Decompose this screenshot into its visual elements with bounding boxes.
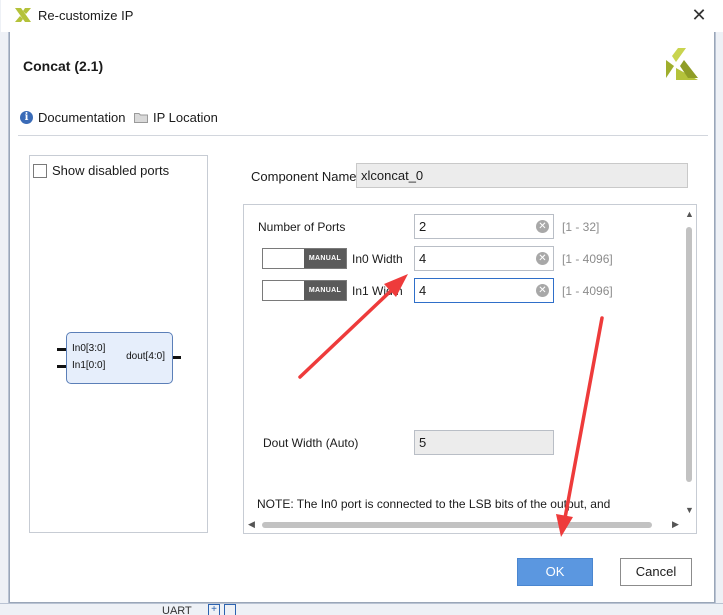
ip-location-link[interactable]: IP Location [134,107,218,127]
in0-width-input[interactable]: 4 ✕ [414,246,554,271]
in1-width-manual-toggle[interactable]: MANUAL [262,280,347,301]
close-icon[interactable]: ✕ [688,5,710,27]
horizontal-scrollbar[interactable]: ◀ ▶ [248,519,682,531]
in0-width-label: In0 Width [352,252,403,266]
show-disabled-ports-option[interactable]: Show disabled ports [33,163,169,178]
divider [18,135,708,136]
clear-icon[interactable]: ✕ [536,220,549,233]
documentation-label: Documentation [38,109,126,125]
note-text: NOTE: The In0 port is connected to the L… [257,497,611,511]
show-disabled-ports-label: Show disabled ports [52,163,170,178]
cancel-button[interactable]: Cancel [620,558,692,586]
show-disabled-ports-checkbox[interactable] [33,163,47,178]
ip-symbol-panel: Show disabled ports In0[3:0] In1[0:0] do… [29,155,208,533]
in0-width-value: 4 [419,251,427,266]
in0-width-range: [1 - 4096] [562,252,613,266]
documentation-link[interactable]: i Documentation [20,107,125,127]
scroll-right-icon[interactable]: ▶ [672,519,679,530]
scroll-down-icon[interactable]: ▼ [685,505,694,515]
dout-width-label: Dout Width (Auto) [263,436,359,450]
xilinx-logo-icon [666,48,698,80]
parameters-panel: Number of Ports 2 ✕ [1 - 32] MANUAL In0 … [243,204,697,534]
port-label-dout: dout[4:0] [126,351,165,362]
number-of-ports-input[interactable]: 2 ✕ [414,214,554,239]
component-name-label: Component Name [251,169,357,184]
background-app-label: UART [162,605,192,615]
port-label-in0: In0[3:0] [72,343,106,354]
clear-icon[interactable]: ✕ [536,284,549,297]
number-of-ports-range: [1 - 32] [562,220,600,234]
ip-location-label: IP Location [153,109,218,125]
toggle-manual-label: MANUAL [304,281,346,300]
re-customize-ip-dialog: Re-customize IP ✕ Concat (2.1) i Documen… [1,0,723,603]
scroll-up-icon[interactable]: ▲ [685,209,694,219]
in1-width-value: 4 [419,283,427,298]
background-app-left-edge [0,0,9,615]
title-bar: Re-customize IP ✕ [1,0,723,32]
component-name-field[interactable]: xlconcat_0 [356,163,688,188]
ip-name: Concat (2.1) [23,58,104,74]
background-app-right-edge [715,0,723,615]
window-title: Re-customize IP [38,8,134,23]
vertical-scrollbar[interactable]: ▲ ▼ [684,209,694,517]
port-pin-dout [173,356,181,359]
number-of-ports-value: 2 [419,219,427,234]
dout-width-field: 5 [414,430,554,455]
number-of-ports-label: Number of Ports [258,220,346,234]
concat-block-symbol: In0[3:0] In1[0:0] dout[4:0] [66,332,173,384]
ok-button[interactable]: OK [517,558,593,586]
background-box-icon [224,604,236,615]
folder-icon [134,112,148,123]
in1-width-label: In1 Width [352,284,403,298]
horizontal-scroll-thumb[interactable] [262,522,652,528]
ip-header: Concat (2.1) [10,32,714,102]
background-app-bottom-edge: UART + [0,603,723,615]
toggle-manual-label: MANUAL [304,249,346,268]
vivado-logo-icon [15,8,31,22]
background-plus-icon: + [208,604,220,615]
clear-icon[interactable]: ✕ [536,252,549,265]
port-label-in1: In1[0:0] [72,360,106,371]
in1-width-input[interactable]: 4 ✕ [414,278,554,303]
vertical-scroll-thumb[interactable] [686,227,692,482]
info-icon: i [20,110,33,124]
in0-width-manual-toggle[interactable]: MANUAL [262,248,347,269]
in1-width-range: [1 - 4096] [562,284,613,298]
scroll-left-icon[interactable]: ◀ [248,519,255,530]
